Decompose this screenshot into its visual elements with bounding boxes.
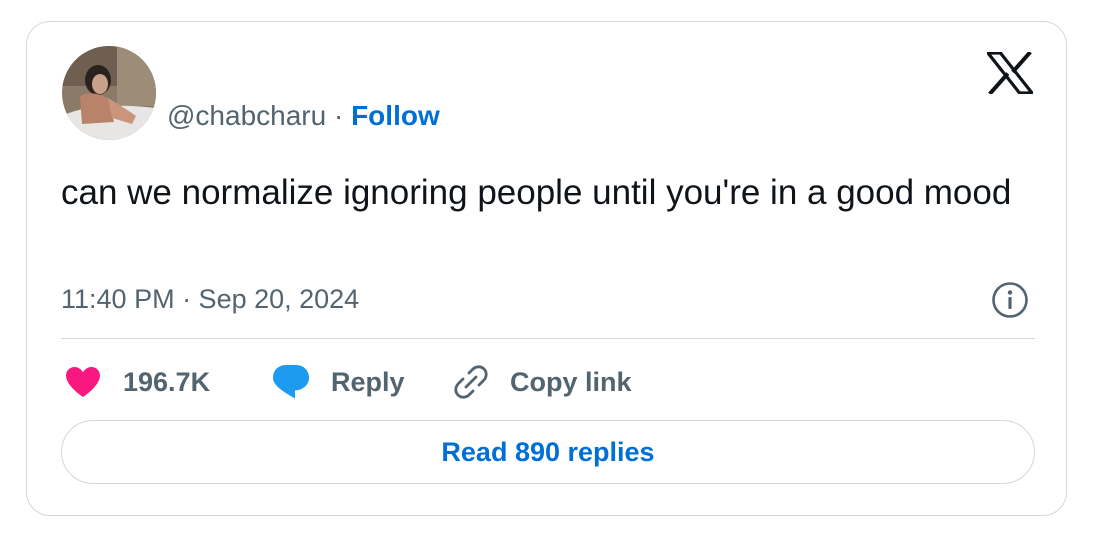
speech-bubble-icon (272, 364, 310, 400)
divider (61, 338, 1035, 339)
like-button[interactable]: 196.7K (65, 362, 210, 402)
read-replies-label: Read 890 replies (441, 436, 655, 467)
copy-link-button[interactable]: Copy link (453, 362, 632, 402)
author-handle[interactable]: @chabcharu (167, 100, 326, 131)
heart-icon (65, 366, 101, 398)
follow-link[interactable]: Follow (351, 100, 440, 131)
tweet-timestamp[interactable]: 11:40 PM · Sep 20, 2024 (61, 282, 359, 316)
copy-link-label: Copy link (510, 366, 632, 397)
like-count: 196.7K (123, 366, 211, 397)
avatar[interactable] (62, 46, 156, 140)
header-separator: · (326, 100, 352, 131)
reply-button[interactable]: Reply (272, 362, 405, 402)
tweet-header: @chabcharu · Follow (167, 98, 440, 134)
link-icon (453, 364, 489, 400)
read-replies-button[interactable]: Read 890 replies (61, 420, 1035, 484)
reply-label: Reply (331, 366, 405, 397)
tweet-text: can we normalize ignoring people until y… (61, 173, 1012, 212)
avatar-photo (62, 46, 156, 140)
embedded-tweet-card: @chabcharu · Follow can we normalize ign… (26, 21, 1067, 516)
info-icon[interactable] (991, 281, 1029, 319)
x-logo-icon[interactable] (986, 50, 1034, 96)
